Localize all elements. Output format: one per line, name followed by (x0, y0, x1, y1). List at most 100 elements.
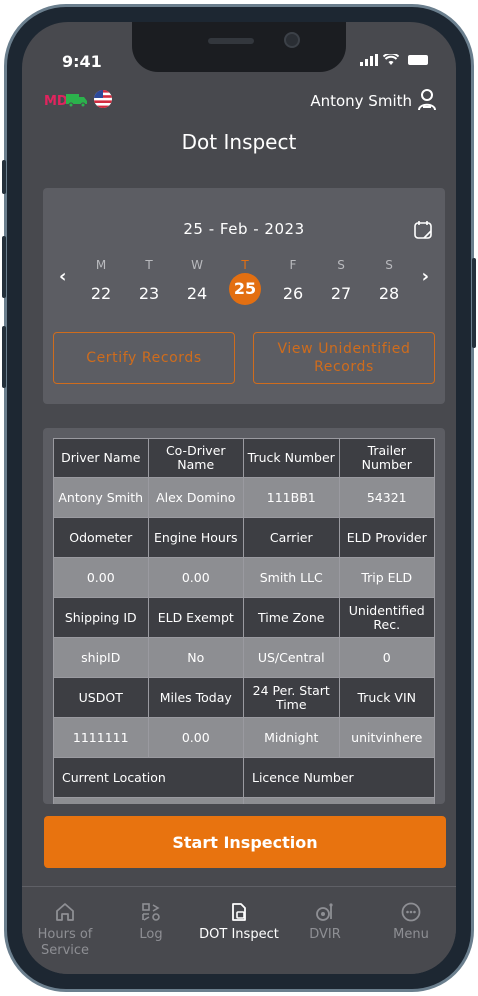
day-number: 22 (90, 284, 112, 303)
day-number: 27 (330, 284, 352, 303)
day-name: S (385, 258, 393, 272)
state-badge: MD (44, 94, 68, 109)
user-icon[interactable] (416, 88, 438, 112)
certify-records-button[interactable]: Certify Records (53, 332, 235, 384)
cell-label: Driver Name (53, 438, 149, 478)
day-number: 28 (378, 284, 400, 303)
start-inspection-button[interactable]: Start Inspection (44, 816, 446, 868)
day-number: 26 (282, 284, 304, 303)
table-row: shipID No US/Central 0 (53, 638, 435, 678)
cell-value: unitvinhere (339, 718, 435, 758)
day-item-selected[interactable]: T 25 (225, 258, 265, 305)
tab-hours-of-service[interactable]: Hours of Service (22, 901, 108, 959)
cell-value: shipID (53, 638, 149, 678)
dvir-icon (316, 903, 333, 921)
tab-label: DVIR (309, 927, 341, 942)
cell-label: 24 Per. Start Time (244, 678, 340, 718)
day-item[interactable]: M 22 (81, 258, 121, 310)
cell-label: Miles Today (148, 678, 244, 718)
menu-icon (401, 902, 421, 922)
power-button (472, 258, 476, 348)
day-name: M (95, 258, 107, 272)
page-title: Dot Inspect (181, 130, 297, 154)
cell-value: US/Central (244, 638, 340, 678)
next-week-arrow[interactable]: › (422, 266, 429, 287)
tab-label: Menu (393, 927, 429, 942)
table-row: Odometer Engine Hours Carrier ELD Provid… (53, 518, 435, 558)
dot-inspect-icon (232, 903, 246, 921)
battery-icon (408, 55, 428, 65)
cell-value: 0.00 (148, 558, 244, 598)
day-item[interactable]: S 28 (369, 258, 409, 310)
user-name[interactable]: Antony Smith (310, 92, 412, 110)
wifi-icon (382, 52, 400, 65)
day-item[interactable]: F 26 (273, 258, 313, 310)
cell-value: Alex Domino (148, 478, 244, 518)
table-row: Antony Smith Alex Domino 111BB1 54321 (53, 478, 435, 518)
cell-value: 54321 (339, 478, 435, 518)
day-number: 23 (138, 284, 160, 303)
cell-label: Shipping ID (53, 598, 149, 638)
cell-label: USDOT (53, 678, 149, 718)
cell-value: 1111111 (53, 718, 149, 758)
cell-value: 0.00 (53, 558, 149, 598)
cell-value: 0 (339, 638, 435, 678)
volume-up-button (2, 236, 6, 298)
truck-icon (66, 94, 87, 107)
calendar-icon[interactable] (413, 220, 433, 240)
table-row: Shipping ID ELD Exempt Time Zone Unident… (53, 598, 435, 638)
cell-value: Antony Smith (53, 478, 149, 518)
tab-dot-inspect[interactable]: DOT Inspect (196, 901, 282, 943)
cell-label: ELD Exempt (148, 598, 244, 638)
day-item[interactable]: S 27 (321, 258, 361, 310)
day-item[interactable]: W 24 (177, 258, 217, 310)
tab-menu[interactable]: Menu (368, 901, 454, 943)
cell-label: Unidentified Rec. (339, 598, 435, 638)
selected-date: 25 - Feb - 2023 (183, 220, 305, 238)
cell-label: Odometer (53, 518, 149, 558)
cell-value: No (148, 638, 244, 678)
prev-week-arrow[interactable]: ‹ (59, 266, 66, 287)
tab-dvir[interactable]: DVIR (282, 901, 368, 943)
cell-value (244, 798, 435, 804)
table-row: Driver Name Co-Driver Name Truck Number … (53, 438, 435, 478)
info-grid: Driver Name Co-Driver Name Truck Number … (53, 438, 435, 804)
cell-label: Engine Hours (148, 518, 244, 558)
day-name: T (241, 258, 249, 272)
table-row (53, 798, 435, 804)
notch (132, 22, 346, 72)
cell-value: Trip ELD (339, 558, 435, 598)
cell-label: Truck Number (244, 438, 340, 478)
day-number: 24 (186, 284, 208, 303)
table-row: Current Location Licence Number (53, 758, 435, 798)
day-name: T (145, 258, 153, 272)
view-unidentified-records-button[interactable]: View Unidentified Records (253, 332, 435, 384)
cell-value: 0.00 (148, 718, 244, 758)
day-name: W (191, 258, 203, 272)
status-time: 9:41 (62, 52, 102, 71)
app-screen: 9:41 MD Antony Smith Dot Inspect 25 - Fe… (22, 22, 456, 974)
status-icons (360, 52, 428, 68)
home-icon (56, 903, 74, 921)
cell-label: Truck VIN (339, 678, 435, 718)
speaker (208, 38, 254, 44)
tab-label: Hours of Service (37, 927, 93, 958)
cell-label: Co-Driver Name (148, 438, 244, 478)
day-number: 25 (229, 273, 261, 305)
volume-down-button (2, 326, 6, 388)
tab-label: DOT Inspect (199, 927, 279, 942)
day-name: F (289, 258, 297, 272)
tab-log[interactable]: Log (108, 901, 194, 943)
signal-icon (360, 54, 379, 66)
log-icon (142, 903, 160, 921)
day-item[interactable]: T 23 (129, 258, 169, 310)
front-camera (284, 32, 300, 48)
cell-value: Smith LLC (244, 558, 340, 598)
cell-label: Time Zone (244, 598, 340, 638)
cell-label: Carrier (244, 518, 340, 558)
table-row: 0.00 0.00 Smith LLC Trip ELD (53, 558, 435, 598)
table-row: USDOT Miles Today 24 Per. Start Time Tru… (53, 678, 435, 718)
bottom-nav: Hours of Service Log DOT Inspect DVIR Me… (22, 886, 456, 974)
table-row: 1111111 0.00 Midnight unitvinhere (53, 718, 435, 758)
cell-value (53, 798, 244, 804)
